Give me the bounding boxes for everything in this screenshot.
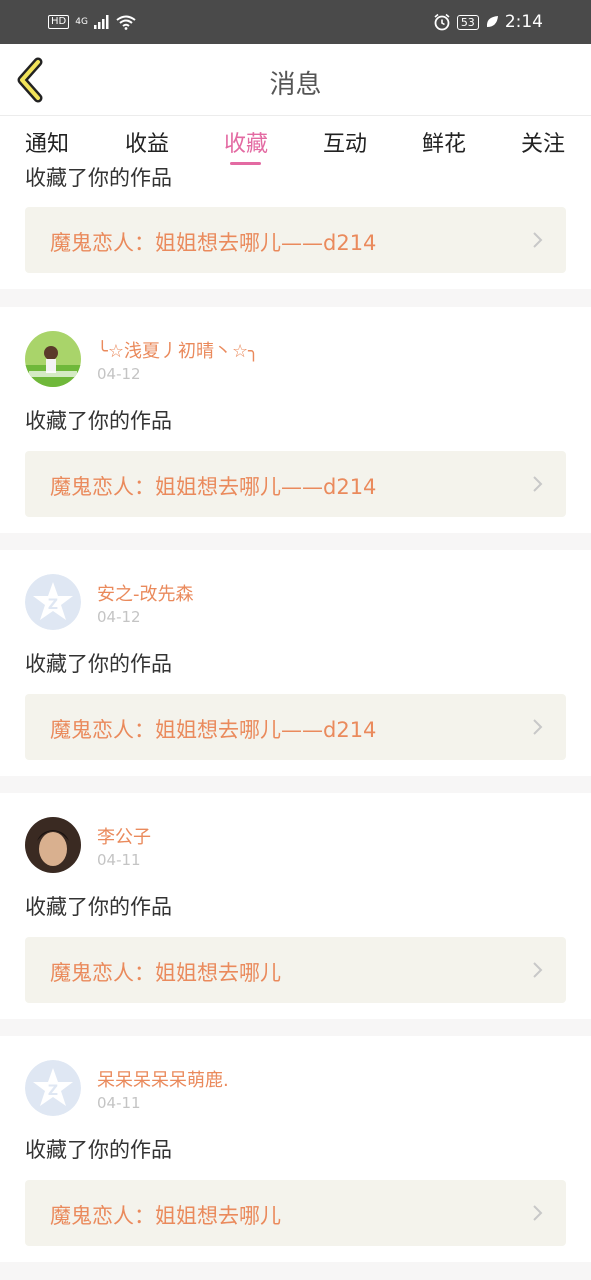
work-link[interactable]: 魔鬼恋人：姐姐想去哪儿——d214: [25, 451, 566, 517]
tab-notifications[interactable]: 通知: [25, 126, 69, 158]
tab-flowers[interactable]: 鲜花: [422, 126, 466, 158]
chevron-right-icon: [533, 1205, 543, 1221]
user-photo-icon: [25, 331, 81, 387]
chevron-right-icon: [533, 962, 543, 978]
work-title: 魔鬼恋人：姐姐想去哪儿: [50, 1204, 281, 1228]
svg-text:Z: Z: [48, 1083, 58, 1099]
avatar[interactable]: [25, 331, 81, 387]
action-text: 收藏了你的作品: [25, 409, 172, 433]
header-bar: 消息: [0, 44, 591, 116]
wifi-icon: [116, 15, 136, 30]
avatar[interactable]: Z: [25, 1060, 81, 1116]
clock-time: 2:14: [504, 12, 543, 32]
chevron-right-icon: [533, 476, 543, 492]
network-type: 4G: [75, 17, 88, 27]
default-avatar-icon: Z: [25, 574, 81, 630]
chevron-right-icon: [533, 719, 543, 735]
action-text: 收藏了你的作品: [25, 166, 172, 190]
list-item: Z 呆呆呆呆呆萌鹿. 04-11 收藏了你的作品 魔鬼恋人：姐姐想去哪儿: [0, 1036, 591, 1262]
work-link[interactable]: 魔鬼恋人：姐姐想去哪儿——d214: [25, 207, 566, 273]
action-text: 收藏了你的作品: [25, 652, 172, 676]
tab-bar: 通知 收益 收藏 互动 鲜花 关注: [0, 116, 591, 166]
timestamp: 04-12: [97, 365, 141, 383]
leaf-icon: [486, 16, 498, 27]
tab-follows[interactable]: 关注: [521, 126, 565, 158]
work-link[interactable]: 魔鬼恋人：姐姐想去哪儿——d214: [25, 694, 566, 760]
list-item: ╰☆浅夏丿初晴丶☆╮ 04-12 收藏了你的作品 魔鬼恋人：姐姐想去哪儿——d2…: [0, 307, 591, 533]
username[interactable]: 李公子: [97, 823, 151, 849]
list-item: 李公子 04-11 收藏了你的作品 魔鬼恋人：姐姐想去哪儿: [0, 793, 591, 1019]
username[interactable]: 安之-改先森: [97, 580, 194, 606]
list-item: Z 安之-改先森 04-12 收藏了你的作品 魔鬼恋人：姐姐想去哪儿——d214: [0, 550, 591, 776]
list-item: 收藏了你的作品 魔鬼恋人：姐姐想去哪儿——d214: [0, 166, 591, 289]
work-title: 魔鬼恋人：姐姐想去哪儿——d214: [50, 718, 377, 742]
action-text: 收藏了你的作品: [25, 895, 172, 919]
work-title: 魔鬼恋人：姐姐想去哪儿: [50, 961, 281, 985]
battery-indicator: 53: [456, 14, 479, 30]
tab-earnings[interactable]: 收益: [125, 126, 169, 158]
page-title: 消息: [269, 70, 322, 100]
work-title: 魔鬼恋人：姐姐想去哪儿——d214: [50, 475, 377, 499]
work-link[interactable]: 魔鬼恋人：姐姐想去哪儿: [25, 1180, 566, 1246]
signal-icon: [93, 15, 109, 29]
default-avatar-icon: Z: [25, 1060, 81, 1116]
work-title: 魔鬼恋人：姐姐想去哪儿——d214: [50, 231, 377, 255]
active-tab-indicator: [230, 162, 261, 165]
action-text: 收藏了你的作品: [25, 1138, 172, 1162]
work-link[interactable]: 魔鬼恋人：姐姐想去哪儿: [25, 937, 566, 1003]
hd-indicator: HD: [48, 15, 70, 29]
chevron-right-icon: [533, 232, 543, 248]
timestamp: 04-11: [97, 1094, 141, 1112]
svg-text:Z: Z: [48, 597, 58, 613]
timestamp: 04-11: [97, 851, 141, 869]
tab-favorites[interactable]: 收藏: [224, 126, 268, 158]
timestamp: 04-12: [97, 608, 141, 626]
avatar[interactable]: Z: [25, 574, 81, 630]
tab-interactions[interactable]: 互动: [323, 126, 367, 158]
username[interactable]: ╰☆浅夏丿初晴丶☆╮: [97, 337, 259, 363]
message-list[interactable]: 收藏了你的作品 魔鬼恋人：姐姐想去哪儿——d214 ╰☆浅夏丿初晴丶☆╮ 04-…: [0, 166, 591, 1280]
status-bar: HD 4G 53 2:14: [0, 0, 591, 44]
alarm-icon: [434, 13, 450, 31]
avatar[interactable]: [25, 817, 81, 873]
username[interactable]: 呆呆呆呆呆萌鹿.: [97, 1066, 229, 1092]
user-photo-icon: [25, 817, 81, 873]
